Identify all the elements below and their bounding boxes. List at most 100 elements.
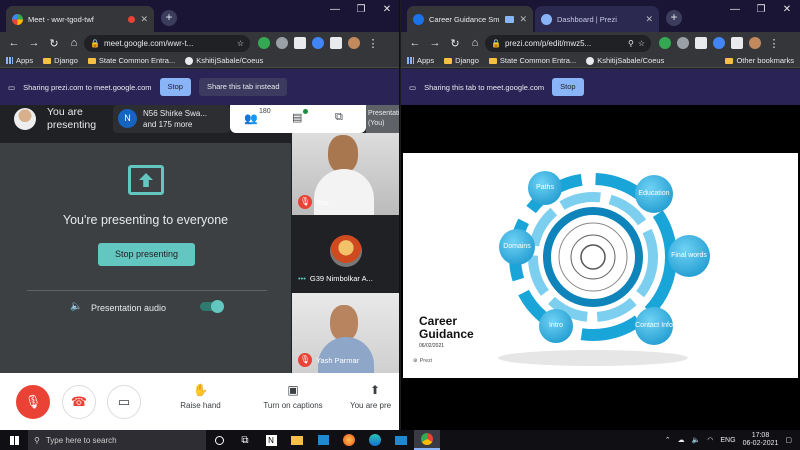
grammarly-extension-icon[interactable] xyxy=(258,37,270,49)
tab-strip: Meet - wwr-tgod-twf ✕ + — ❐ ✕ xyxy=(0,0,399,32)
close-tab-icon[interactable]: ✕ xyxy=(140,14,148,25)
activities-icon[interactable]: ⧉ xyxy=(335,111,343,124)
close-tab-icon[interactable]: ✕ xyxy=(519,14,527,25)
grammarly-extension-icon[interactable] xyxy=(659,37,671,49)
edge-icon[interactable] xyxy=(362,430,388,450)
raise-hand-button[interactable]: ✋ Raise hand xyxy=(173,383,228,410)
meet-favicon-icon xyxy=(12,13,23,25)
menu-kebab-icon[interactable]: ⋮ xyxy=(764,37,784,50)
clock[interactable]: 17:08 06-02-2021 xyxy=(743,432,779,448)
maximize-icon[interactable]: ❐ xyxy=(748,0,774,22)
chat-icon[interactable]: ▤ xyxy=(292,111,302,124)
captions-button[interactable]: ▣ Turn on captions xyxy=(255,383,331,410)
windows-start-icon[interactable] xyxy=(0,430,28,450)
shield-extension-icon[interactable] xyxy=(677,37,689,49)
you-are-presenting-button[interactable]: ⬆ You are pre xyxy=(350,383,399,410)
node-contact-info[interactable]: Contact Info xyxy=(635,307,673,345)
puzzle-extensions-icon[interactable] xyxy=(731,37,743,49)
puzzle-extensions-icon[interactable] xyxy=(330,37,342,49)
cloud-icon[interactable]: ☁ xyxy=(678,436,685,444)
bookmark-django[interactable]: Django xyxy=(444,56,479,65)
stop-presenting-button[interactable]: Stop presenting xyxy=(98,243,195,266)
grid-extension-icon[interactable] xyxy=(294,37,306,49)
file-explorer-icon[interactable] xyxy=(284,430,310,450)
tab-meet[interactable]: Meet - wwr-tgod-twf ✕ xyxy=(6,6,154,32)
reload-icon[interactable]: ↻ xyxy=(445,37,465,50)
mail-icon[interactable] xyxy=(388,430,414,450)
speaker-icon[interactable]: 🔈 xyxy=(692,436,701,444)
mic-toggle-button[interactable]: 🎙 xyxy=(16,385,50,419)
bookmarks-bar: Apps Django State Common Entra... Kshiti… xyxy=(0,54,399,68)
minimize-icon[interactable]: — xyxy=(322,0,348,22)
bookmark-django[interactable]: Django xyxy=(43,56,78,65)
close-window-icon[interactable]: ✕ xyxy=(774,0,800,22)
forward-icon[interactable]: → xyxy=(24,37,44,49)
close-tab-icon[interactable]: ✕ xyxy=(645,14,653,25)
star-icon[interactable]: ☆ xyxy=(237,39,244,48)
search-icon[interactable]: ⚲ xyxy=(628,39,634,48)
home-icon[interactable]: ⌂ xyxy=(465,37,485,49)
reload-icon[interactable]: ↻ xyxy=(44,37,64,50)
slide-date: 06/02/2021 xyxy=(419,343,445,349)
shield-extension-icon[interactable] xyxy=(276,37,288,49)
home-icon[interactable]: ⌂ xyxy=(64,37,84,49)
grid-extension-icon[interactable] xyxy=(695,37,707,49)
back-icon[interactable]: ← xyxy=(405,37,425,49)
back-icon[interactable]: ← xyxy=(4,37,24,49)
camera-toggle-button[interactable]: ▭ xyxy=(107,385,141,419)
notification-icon[interactable]: ▢ xyxy=(785,436,792,444)
node-domains[interactable]: Domains xyxy=(499,229,535,265)
firefox-icon[interactable] xyxy=(336,430,362,450)
stop-sharing-button[interactable]: Stop xyxy=(159,78,191,96)
window-controls: — ❐ ✕ xyxy=(322,0,399,22)
tab-dashboard[interactable]: Dashboard | Prezi ✕ xyxy=(535,6,659,32)
maximize-icon[interactable]: ❐ xyxy=(348,0,374,22)
left-browser-window: Meet - wwr-tgod-twf ✕ + — ❐ ✕ ← → ↻ ⌂ 🔒 … xyxy=(0,0,400,430)
node-final-words[interactable]: Final words xyxy=(668,235,710,277)
bookmark-apps[interactable]: Apps xyxy=(6,56,33,65)
leave-call-button[interactable]: ☎ xyxy=(62,385,96,419)
bookmark-apps[interactable]: Apps xyxy=(407,56,434,65)
presentation-audio-toggle[interactable] xyxy=(200,300,224,313)
other-bookmarks[interactable]: Other bookmarks xyxy=(725,56,794,65)
close-window-icon[interactable]: ✕ xyxy=(374,0,399,22)
system-tray: ⌃ ☁ 🔈 ◠ ENG 17:08 06-02-2021 ▢ xyxy=(665,432,800,448)
meet-top-controls: 👥 180 ▤ ⧉ xyxy=(230,105,366,133)
tab-career-guidance[interactable]: Career Guidance Smit... ✕ xyxy=(407,6,533,32)
menu-kebab-icon[interactable]: ⋮ xyxy=(363,37,383,50)
address-bar[interactable]: 🔒 meet.google.com/wwr-t... ☆ xyxy=(84,34,250,52)
participant-card[interactable]: N N56 Shirke Swa... and 175 more xyxy=(113,105,230,133)
wifi-icon[interactable]: ◠ xyxy=(707,436,713,444)
taskbar-search-box[interactable]: ⚲ Type here to search xyxy=(28,430,206,450)
blue-extension-icon[interactable] xyxy=(312,37,324,49)
node-paths[interactable]: Paths xyxy=(528,171,562,205)
stop-sharing-button[interactable]: Stop xyxy=(552,78,584,96)
star-icon[interactable]: ☆ xyxy=(638,39,645,48)
right-browser-window: Career Guidance Smit... ✕ Dashboard | Pr… xyxy=(401,0,800,430)
profile-avatar[interactable] xyxy=(749,37,761,49)
store-icon[interactable] xyxy=(310,430,336,450)
profile-avatar[interactable] xyxy=(348,37,360,49)
new-tab-button[interactable]: + xyxy=(161,10,177,26)
bookmark-github[interactable]: KshitijSabale/Coeus xyxy=(586,56,664,65)
chrome-taskbar-icon[interactable] xyxy=(414,430,440,450)
node-education[interactable]: Education xyxy=(635,175,673,213)
forward-icon[interactable]: → xyxy=(425,37,445,49)
bookmark-github[interactable]: KshitijSabale/Coeus xyxy=(185,56,263,65)
new-tab-button[interactable]: + xyxy=(666,10,682,26)
people-icon[interactable]: 👥 xyxy=(244,112,258,125)
node-intro[interactable]: Intro xyxy=(539,309,573,343)
task-view-icon[interactable]: ⧉ xyxy=(232,430,258,450)
minimize-icon[interactable]: — xyxy=(722,0,748,22)
blue-extension-icon[interactable] xyxy=(713,37,725,49)
share-this-tab-button[interactable]: Share this tab instead xyxy=(198,78,288,96)
cortana-icon[interactable] xyxy=(206,430,232,450)
prezi-logo-icon: ⊛ xyxy=(413,358,418,364)
notion-app-icon[interactable]: N xyxy=(258,430,284,450)
meet-header: You are presenting N N56 Shirke Swa... a… xyxy=(0,105,399,133)
bookmark-state-common[interactable]: State Common Entra... xyxy=(488,56,576,65)
address-bar[interactable]: 🔒 prezi.com/p/edit/mwz5... ⚲ ☆ xyxy=(485,34,651,52)
language-indicator[interactable]: ENG xyxy=(720,437,735,444)
chevron-up-icon[interactable]: ⌃ xyxy=(665,436,671,444)
bookmark-state-common[interactable]: State Common Entra... xyxy=(87,56,175,65)
